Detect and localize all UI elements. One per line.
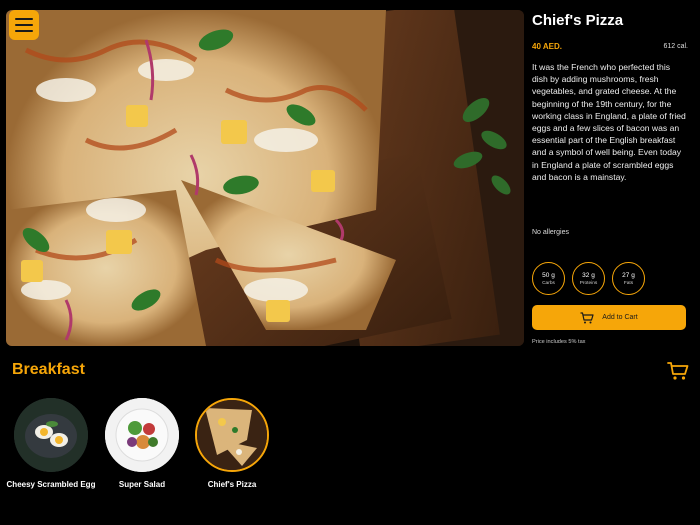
allergy-info: No allergies xyxy=(532,229,569,236)
nutrition-fats: 27 g Fats xyxy=(612,262,645,295)
dish-detail-panel: Chief's Pizza 40 AED. 612 cal. It was th… xyxy=(532,12,688,183)
list-item-cheesy-scrambled-egg[interactable]: Cheesy Scrambled Egg xyxy=(3,398,99,490)
hamburger-icon xyxy=(15,18,33,20)
hero-image xyxy=(6,10,524,346)
nutrition-row: 50 g Carbs 32 g Proteins 27 g Fats xyxy=(532,262,645,295)
list-item-chiefs-pizza[interactable]: Chief's Pizza xyxy=(184,398,280,490)
add-to-cart-button[interactable]: Add to Cart xyxy=(532,305,686,330)
nutrition-label: Carbs xyxy=(542,280,555,286)
price-row: 40 AED. 612 cal. xyxy=(532,42,688,51)
dish-price: 40 AED. xyxy=(532,42,562,51)
egg-dish-photo xyxy=(14,398,88,472)
list-item-super-salad[interactable]: Super Salad xyxy=(94,398,190,490)
hamburger-icon-line xyxy=(15,24,33,26)
item-label: Super Salad xyxy=(118,480,166,489)
nutrition-carbs: 50 g Carbs xyxy=(532,262,565,295)
nutrition-label: Fats xyxy=(623,280,634,286)
pizza-photo xyxy=(6,10,524,346)
tax-note: Price includes 5% tax xyxy=(532,339,586,345)
nutrition-label: Proteins xyxy=(579,280,598,286)
salad-photo xyxy=(105,398,179,472)
dish-description: It was the French who perfected this dis… xyxy=(532,62,686,182)
item-image xyxy=(105,398,179,472)
cart-icon[interactable] xyxy=(667,361,689,381)
pizza-thumb-photo xyxy=(197,400,267,470)
add-to-cart-label: Add to Cart xyxy=(602,314,638,321)
item-label: Cheesy Scrambled Egg xyxy=(6,480,96,489)
hamburger-icon-line xyxy=(15,30,33,32)
section-title: Breakfast xyxy=(12,361,85,378)
nutrition-proteins: 32 g Proteins xyxy=(572,262,605,295)
dish-calories: 612 cal. xyxy=(663,43,688,50)
item-image-selected xyxy=(195,398,269,472)
item-image xyxy=(14,398,88,472)
dish-title: Chief's Pizza xyxy=(532,12,624,29)
menu-button[interactable] xyxy=(9,10,39,40)
nutrition-value: 32 g xyxy=(582,271,595,279)
nutrition-value: 50 g xyxy=(542,271,555,279)
item-label: Chief's Pizza xyxy=(207,480,257,489)
nutrition-value: 27 g xyxy=(622,271,635,279)
cart-icon xyxy=(580,311,594,323)
